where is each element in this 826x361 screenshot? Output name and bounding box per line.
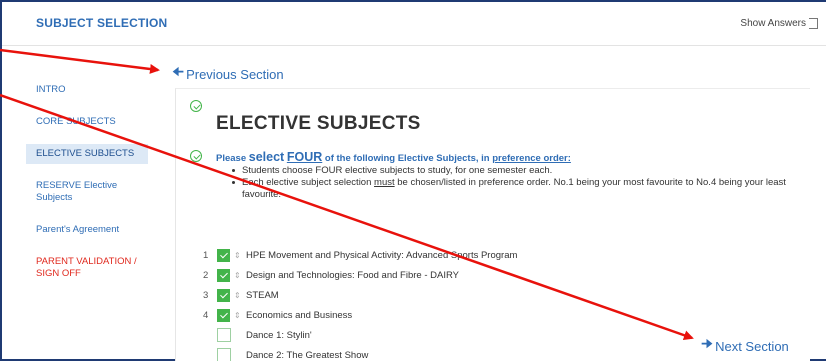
check-circle-icon [190, 100, 202, 112]
instruction-part: of the following Elective Subjects, in [322, 153, 493, 164]
subject-checkbox[interactable] [217, 308, 230, 322]
sidebar-item-parent-validation[interactable]: PARENT VALIDATION / SIGN OFF [26, 252, 148, 284]
subject-row[interactable]: 3 ⇕ STEAM [203, 285, 803, 305]
subject-label: HPE Movement and Physical Activity: Adva… [246, 249, 518, 261]
rank-number: 4 [203, 309, 209, 321]
sidebar-item-parents-agreement[interactable]: Parent's Agreement [26, 220, 148, 240]
next-section-link[interactable]: 🠊 Next Section [701, 335, 789, 357]
previous-section-link[interactable]: 🠈 Previous Section [172, 63, 284, 85]
subject-checkbox[interactable] [217, 328, 231, 342]
rank-number: 1 [203, 249, 209, 261]
show-answers-label: Show Answers [740, 18, 806, 29]
drag-handle-icon[interactable]: ⇕ [234, 311, 242, 320]
subject-label: Economics and Business [246, 309, 353, 321]
subject-row[interactable]: 2 ⇕ Design and Technologies: Food and Fi… [203, 265, 803, 285]
check-circle-icon [190, 150, 202, 162]
sidebar: INTRO CORE SUBJECTS ELECTIVE SUBJECTS RE… [26, 80, 148, 296]
instruction-select: select [248, 150, 285, 164]
next-section-label: Next Section [715, 338, 789, 354]
app-title: SUBJECT SELECTION [36, 16, 168, 30]
instruction-text: Please select FOUR of the following Elec… [216, 150, 571, 164]
bullet-text: Students choose FOUR elective subjects t… [242, 165, 553, 176]
arrow-right-icon: 🠊 [701, 336, 714, 351]
bullet-emphasis: must [374, 177, 395, 188]
rank-number: 2 [203, 269, 209, 281]
bullet-text: Each elective subject selection [242, 177, 375, 188]
top-bar: SUBJECT SELECTION Show Answers [2, 2, 826, 46]
previous-section-label: Previous Section [186, 66, 284, 82]
external-link-icon [809, 18, 818, 29]
drag-handle-icon[interactable]: ⇕ [234, 271, 242, 280]
page-title: ELECTIVE SUBJECTS [216, 113, 421, 134]
instruction-preference-order: preference order: [492, 153, 571, 164]
bullet-item: Each elective subject selection must be … [232, 177, 807, 201]
subject-label: STEAM [246, 289, 279, 301]
drag-handle-icon[interactable]: ⇕ [234, 291, 242, 300]
subject-label: Design and Technologies: Food and Fibre … [246, 269, 459, 281]
drag-handle-icon[interactable]: ⇕ [234, 251, 242, 260]
show-answers-button[interactable]: Show Answers [740, 18, 818, 29]
subject-row[interactable]: 1 ⇕ HPE Movement and Physical Activity: … [203, 245, 803, 265]
arrow-left-icon: 🠈 [172, 64, 185, 79]
subject-checkbox[interactable] [217, 248, 230, 262]
instruction-bullets: Students choose FOUR elective subjects t… [232, 165, 807, 201]
subject-label: Dance 2: The Greatest Show [246, 349, 369, 361]
subject-checkbox[interactable] [217, 348, 231, 361]
instruction-four: FOUR [286, 150, 323, 164]
sidebar-item-elective-subjects[interactable]: ELECTIVE SUBJECTS [26, 144, 148, 164]
sidebar-item-intro[interactable]: INTRO [26, 80, 148, 100]
bullet-item: Students choose FOUR elective subjects t… [232, 165, 807, 177]
subject-checkbox[interactable] [217, 288, 230, 302]
sidebar-item-core-subjects[interactable]: CORE SUBJECTS [26, 112, 148, 132]
instruction-part: Please [216, 153, 249, 164]
sidebar-item-reserve-elective[interactable]: RESERVE Elective Subjects [26, 176, 148, 208]
rank-number: 3 [203, 289, 209, 301]
subject-row[interactable]: 4 ⇕ Economics and Business [203, 305, 803, 325]
subject-label: Dance 1: Stylin' [246, 329, 312, 341]
subject-checkbox[interactable] [217, 268, 230, 282]
